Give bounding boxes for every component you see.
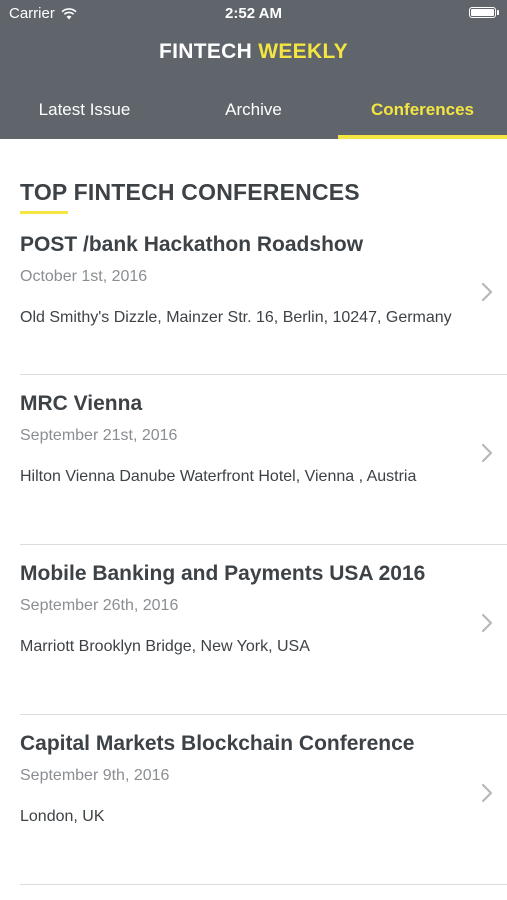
conference-name: POST /bank Hackathon Roadshow <box>20 233 364 256</box>
conference-date: October 1st, 2016 <box>20 268 148 285</box>
conference-name: Capital Markets Blockchain Conference <box>20 732 415 755</box>
conference-date: September 26th, 2016 <box>20 597 179 614</box>
app-title-accent: WEEKLY <box>258 40 348 63</box>
conference-date: September 21st, 2016 <box>20 427 178 444</box>
conference-date: September 9th, 2016 <box>20 767 170 784</box>
conference-location: London, UK <box>20 808 105 825</box>
chevron-right-icon <box>481 783 493 803</box>
status-bar: Carrier 2:52 AM <box>0 0 507 28</box>
conference-location: Old Smithy's Dizzle, Mainzer Str. 16, Be… <box>20 309 452 326</box>
app-screen: Carrier 2:52 AM FINTECH WEEKLY Latest Is… <box>0 0 507 900</box>
conference-name: MRC Vienna <box>20 392 143 415</box>
tab-conferences[interactable]: Conferences <box>338 87 507 139</box>
conference-list: POST /bank Hackathon Roadshow October 1s… <box>20 214 507 885</box>
tab-archive[interactable]: Archive <box>169 87 338 139</box>
conference-item[interactable]: POST /bank Hackathon Roadshow October 1s… <box>20 214 507 375</box>
conference-name: Mobile Banking and Payments USA 2016 <box>20 562 426 585</box>
chevron-right-icon <box>481 282 493 302</box>
header: Carrier 2:52 AM FINTECH WEEKLY Latest Is… <box>0 0 507 139</box>
conference-location: Marriott Brooklyn Bridge, New York, USA <box>20 638 310 655</box>
app-title-main: FINTECH <box>159 40 253 63</box>
app-title: FINTECH WEEKLY <box>0 40 507 64</box>
battery-icon <box>469 7 499 18</box>
status-time: 2:52 AM <box>225 5 282 22</box>
conference-item[interactable]: Capital Markets Blockchain Conference Se… <box>20 715 507 885</box>
conference-item[interactable]: MRC Vienna September 21st, 2016 Hilton V… <box>20 375 507 545</box>
chevron-right-icon <box>481 443 493 463</box>
section-title: TOP FINTECH CONFERENCES <box>20 179 360 205</box>
chevron-right-icon <box>481 613 493 633</box>
conference-location: Hilton Vienna Danube Waterfront Hotel, V… <box>20 468 417 485</box>
conferences-content: TOP FINTECH CONFERENCES POST /bank Hacka… <box>0 179 507 885</box>
tab-bar: Latest Issue Archive Conferences <box>0 87 507 139</box>
tab-latest-issue[interactable]: Latest Issue <box>0 87 169 139</box>
conference-item[interactable]: Mobile Banking and Payments USA 2016 Sep… <box>20 545 507 715</box>
